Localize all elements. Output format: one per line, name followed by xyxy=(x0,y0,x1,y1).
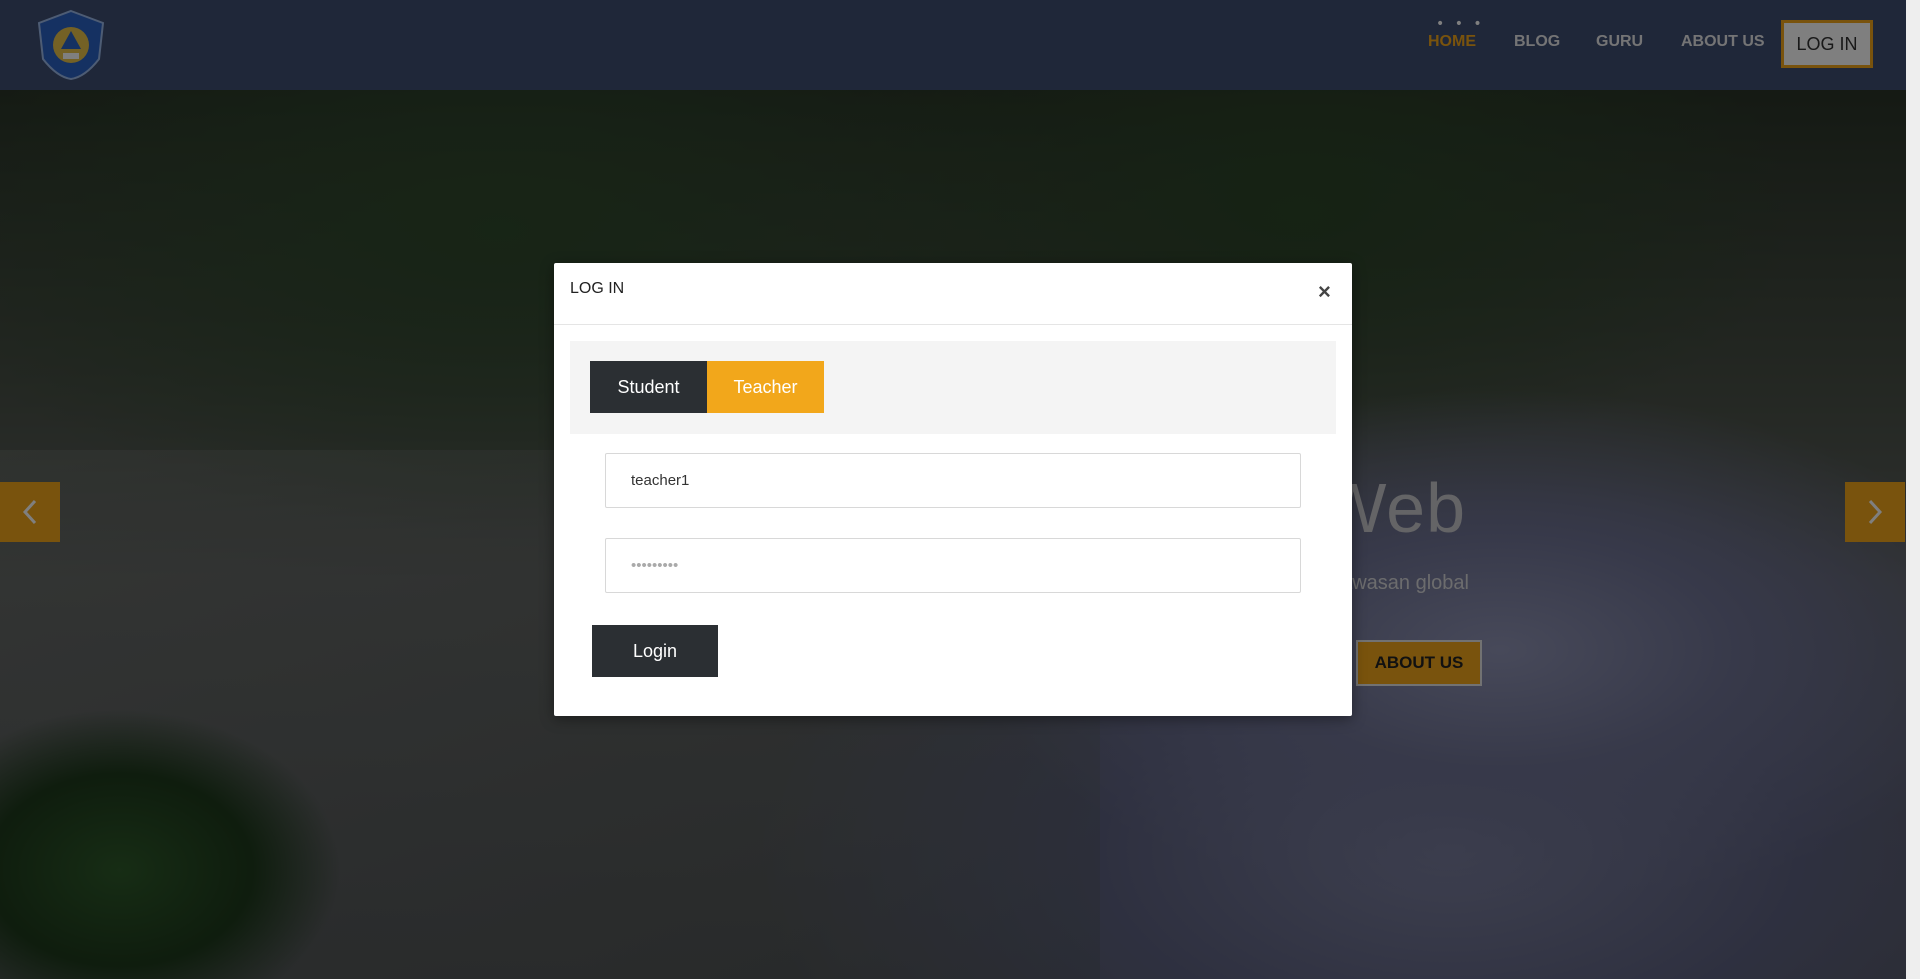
modal-title: LOG IN xyxy=(570,280,625,297)
password-input[interactable] xyxy=(605,538,1301,593)
scrollbar-track[interactable] xyxy=(1906,0,1920,979)
close-icon[interactable]: × xyxy=(1318,279,1331,305)
tab-student[interactable]: Student xyxy=(590,361,707,413)
login-button[interactable]: Login xyxy=(592,625,718,677)
username-input[interactable] xyxy=(605,453,1301,508)
role-tab-bar: Student Teacher xyxy=(570,341,1336,434)
tab-teacher[interactable]: Teacher xyxy=(707,361,824,413)
login-modal: LOG IN × Student Teacher Login xyxy=(554,263,1352,716)
modal-header: LOG IN × xyxy=(554,263,1352,325)
